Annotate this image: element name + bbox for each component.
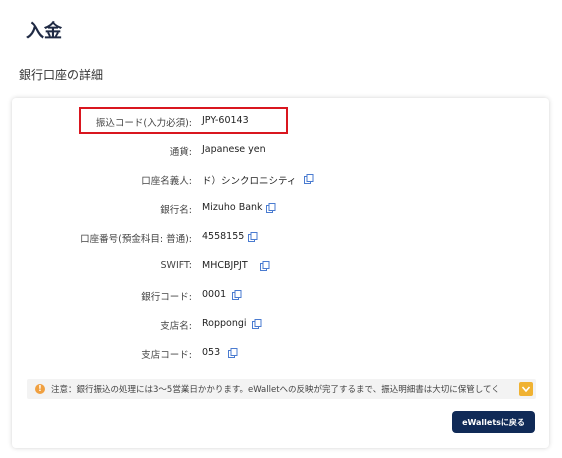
copy-icon[interactable] (260, 261, 270, 271)
detail-row-branch-name: 支店名: Roppongi (12, 316, 549, 332)
detail-label: 支店名: (160, 321, 192, 332)
notice-text: 注意：銀行振込の処理には3～5営業日かかります。eWalletへの反映が完了する… (51, 385, 500, 395)
bank-details-card: 振込コード(入力必須): JPY-60143 通貨: Japanese yen … (12, 98, 549, 448)
copy-icon[interactable] (228, 348, 238, 358)
detail-label: 銀行コード: (141, 292, 192, 303)
detail-label: 口座番号(預金科目: 普通): (80, 234, 192, 245)
copy-icon[interactable] (304, 174, 314, 184)
chevron-down-icon[interactable] (519, 382, 533, 396)
detail-value: 0001 (202, 289, 227, 300)
detail-row-transfer-code: 振込コード(入力必須): JPY-60143 (12, 113, 549, 129)
detail-label: 通貨: (169, 147, 192, 158)
detail-label: 口座名義人: (141, 176, 192, 187)
detail-value: Roppongi (202, 318, 247, 329)
detail-label: 銀行名: (160, 205, 192, 216)
detail-value: 053 (202, 347, 221, 358)
detail-label: SWIFT: (160, 260, 192, 271)
info-icon: ! (35, 384, 45, 394)
detail-row-currency: 通貨: Japanese yen (12, 142, 549, 158)
copy-icon[interactable] (232, 290, 242, 300)
detail-row-branch-code: 支店コード: 053 (12, 345, 549, 361)
detail-value: MHCBJPJT (202, 260, 248, 271)
detail-value: Japanese yen (202, 144, 266, 155)
copy-icon[interactable] (266, 203, 276, 213)
detail-row-bank-name: 銀行名: Mizuho Bank (12, 200, 549, 216)
detail-value: 4558155 (202, 231, 245, 242)
section-title: 銀行口座の詳細 (19, 68, 104, 82)
page-title: 入金 (26, 21, 62, 42)
detail-row-account-number: 口座番号(預金科目: 普通): 4558155 (12, 229, 549, 245)
detail-label: 振込コード(入力必須): (95, 118, 192, 129)
detail-value: JPY-60143 (202, 115, 249, 126)
copy-icon[interactable] (248, 232, 258, 242)
detail-value: Mizuho Bank (202, 202, 263, 213)
detail-row-swift: SWIFT: MHCBJPJT (12, 258, 549, 274)
detail-value: ド）シンクロニシティ (202, 176, 297, 187)
notice-banner: ! 注意：銀行振込の処理には3～5営業日かかります。eWalletへの反映が完了… (27, 379, 536, 399)
back-to-ewallets-button[interactable]: eWalletsに戻る (452, 411, 535, 433)
detail-row-account-holder: 口座名義人: ド）シンクロニシティ (12, 171, 549, 187)
detail-row-bank-code: 銀行コード: 0001 (12, 287, 549, 303)
detail-label: 支店コード: (141, 350, 192, 361)
copy-icon[interactable] (252, 319, 262, 329)
